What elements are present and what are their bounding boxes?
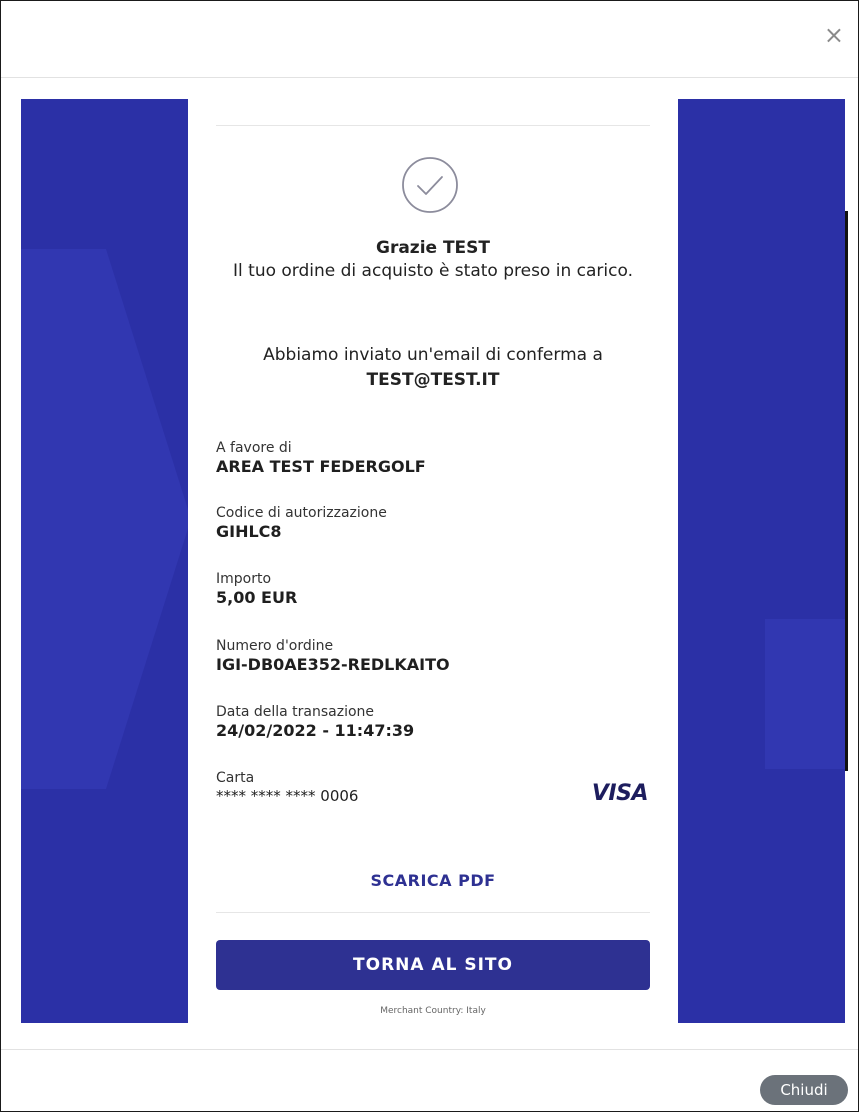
close-button[interactable]: Chiudi <box>760 1075 848 1105</box>
thanks-title: Grazie TEST <box>375 238 491 258</box>
close-icon[interactable]: × <box>824 23 844 47</box>
modal-window: × Grazie TEST Il tuo ordine di acquisto … <box>0 0 859 1112</box>
order-taken-text: Il tuo ordine di acquisto è stato preso … <box>233 261 633 281</box>
top-divider <box>216 125 650 126</box>
detail-label: Data della transazione <box>216 704 375 720</box>
detail-amount: Importo 5,00 EUR <box>216 570 650 608</box>
download-pdf-link[interactable]: SCARICA PDF <box>216 871 650 890</box>
background-block-shape <box>765 619 845 769</box>
detail-order-number: Numero d'ordine IGI-DB0AE352-REDLKAITO <box>216 637 650 675</box>
detail-label: Codice di autorizzazione <box>216 505 387 521</box>
detail-value: 24/02/2022 - 11:47:39 <box>216 721 415 740</box>
detail-value: GIHLC8 <box>216 522 282 541</box>
detail-card: Carta **** **** **** 0006 <box>216 769 650 805</box>
detail-label: A favore di <box>216 440 292 456</box>
confirmation-card: Grazie TEST Il tuo ordine di acquisto è … <box>188 99 678 1023</box>
check-circle-icon <box>402 157 458 213</box>
background-arrow-shape <box>21 249 191 789</box>
bottom-divider <box>216 912 650 913</box>
back-to-site-button[interactable]: TORNA AL SITO <box>216 940 650 990</box>
detail-beneficiary: A favore di AREA TEST FEDERGOLF <box>216 439 650 477</box>
detail-value: AREA TEST FEDERGOLF <box>216 457 426 476</box>
card-number: **** **** **** 0006 <box>216 787 359 805</box>
email-intro-text: Abbiamo inviato un'email di conferma a <box>263 345 603 365</box>
detail-label: Carta <box>216 770 255 786</box>
detail-label: Numero d'ordine <box>216 638 334 654</box>
email-address: TEST@TEST.IT <box>366 370 500 390</box>
detail-value: 5,00 EUR <box>216 588 298 607</box>
detail-authorization-code: Codice di autorizzazione GIHLC8 <box>216 504 650 542</box>
thanks-message: Grazie TEST Il tuo ordine di acquisto è … <box>216 237 650 283</box>
footer-divider <box>1 1049 858 1050</box>
scrollbar[interactable] <box>845 211 848 771</box>
email-confirmation: Abbiamo inviato un'email di conferma a T… <box>216 343 650 393</box>
detail-label: Importo <box>216 571 272 587</box>
modal-header: × <box>1 1 858 78</box>
detail-value: IGI-DB0AE352-REDLKAITO <box>216 655 450 674</box>
merchant-country: Merchant Country: Italy <box>380 1006 486 1016</box>
detail-transaction-date: Data della transazione 24/02/2022 - 11:4… <box>216 703 650 741</box>
visa-logo: VISA <box>591 781 649 806</box>
